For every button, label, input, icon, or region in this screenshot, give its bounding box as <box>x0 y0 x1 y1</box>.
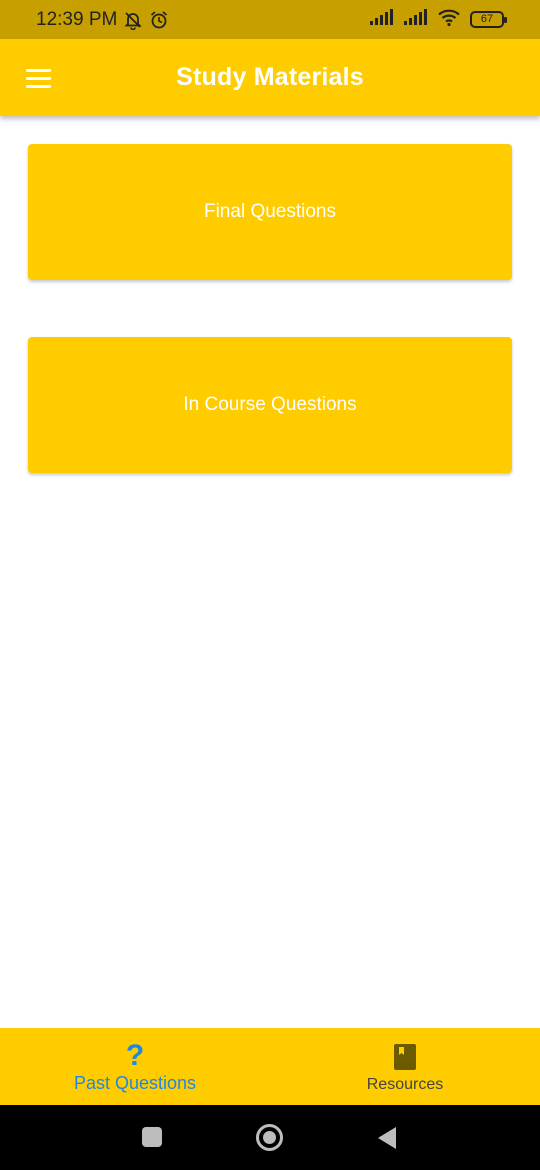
hamburger-menu-icon[interactable] <box>20 61 56 95</box>
bell-off-icon <box>123 10 143 30</box>
wifi-icon <box>438 9 460 31</box>
status-bar: 12:39 PM 67 <box>0 0 540 39</box>
signal-icon <box>404 9 428 30</box>
question-icon: ? <box>125 1039 145 1072</box>
battery-icon: 67 <box>470 11 507 28</box>
card-label: Final Questions <box>203 201 336 222</box>
home-icon[interactable] <box>256 1124 283 1151</box>
in-course-questions-card[interactable]: In Course Questions <box>28 337 512 473</box>
app-bar: Study Materials <box>0 39 540 116</box>
system-nav-bar <box>0 1105 540 1170</box>
status-right: 67 <box>370 9 507 31</box>
nav-item-past-questions[interactable]: ? Past Questions <box>0 1028 270 1105</box>
card-label: In Course Questions <box>183 394 357 415</box>
page-title: Study Materials <box>176 63 364 91</box>
status-time: 12:39 PM <box>36 8 118 30</box>
recents-icon[interactable] <box>142 1127 162 1147</box>
book-icon <box>393 1042 417 1072</box>
nav-item-resources[interactable]: Resources <box>270 1028 540 1105</box>
bottom-nav: ? Past Questions Resources <box>0 1028 540 1105</box>
nav-label: Resources <box>366 1075 444 1093</box>
back-icon[interactable] <box>378 1127 396 1149</box>
status-left: 12:39 PM <box>36 9 169 31</box>
nav-label: Past Questions <box>73 1073 197 1093</box>
alarm-icon <box>149 10 169 30</box>
signal-icon <box>370 9 394 30</box>
final-questions-card[interactable]: Final Questions <box>28 144 512 280</box>
